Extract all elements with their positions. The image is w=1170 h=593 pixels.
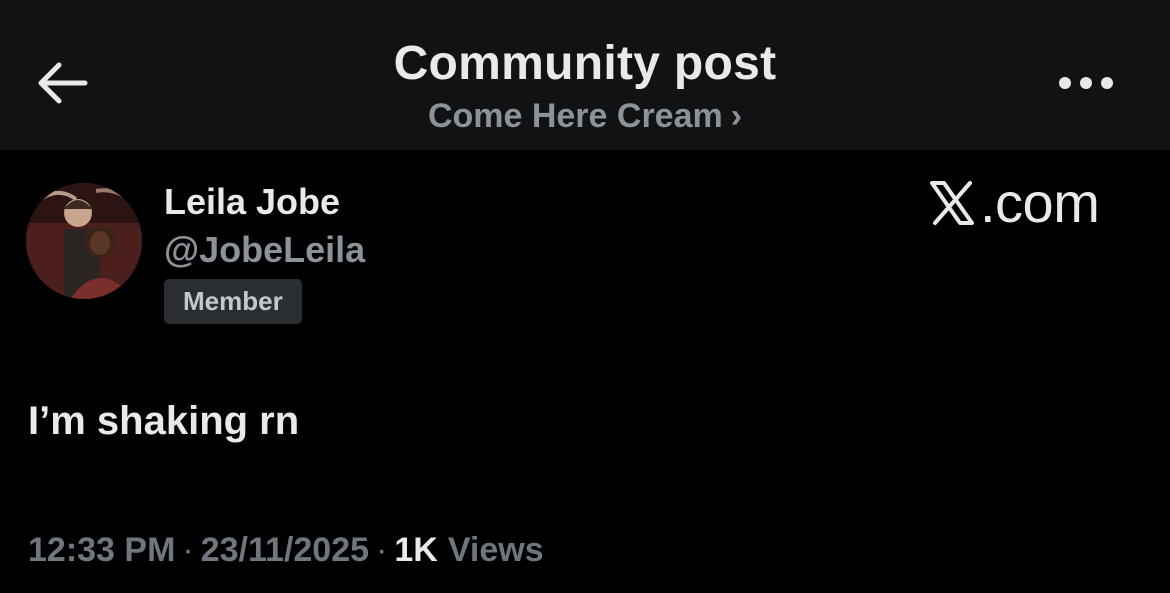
top-bar: Community post Come Here Cream ›	[0, 0, 1170, 150]
x-watermark: .com	[928, 172, 1118, 234]
watermark-text: .com	[980, 171, 1100, 234]
more-dot-icon	[1059, 77, 1071, 89]
post-meta: 12:33 PM · 23/11/2025 · 1K Views	[28, 528, 544, 572]
meta-separator: ·	[182, 531, 194, 569]
member-badge: Member	[164, 279, 302, 324]
author-handle[interactable]: @JobeLeila	[164, 228, 365, 272]
post-text: I’m shaking rn	[28, 399, 300, 443]
views-count[interactable]: 1K	[394, 528, 437, 572]
chevron-right-icon: ›	[730, 97, 743, 135]
post-date[interactable]: 23/11/2025	[201, 528, 369, 572]
meta-separator: ·	[376, 531, 388, 569]
community-name: Come Here Cream	[427, 97, 723, 135]
views-label: Views	[447, 531, 544, 569]
avatar-photo	[26, 183, 142, 299]
header-title-block: Community post Come Here Cream ›	[285, 36, 885, 136]
back-arrow-icon	[38, 62, 88, 104]
author-display-name[interactable]: Leila Jobe	[164, 180, 340, 224]
avatar[interactable]	[26, 183, 142, 299]
back-button[interactable]	[30, 55, 92, 111]
more-options-button[interactable]	[1050, 65, 1122, 101]
more-dot-icon	[1080, 77, 1092, 89]
x-logo-icon	[930, 181, 974, 225]
more-dot-icon	[1101, 77, 1113, 89]
community-link[interactable]: Come Here Cream ›	[428, 96, 742, 136]
post-time[interactable]: 12:33 PM	[28, 528, 175, 572]
page-title: Community post	[393, 37, 777, 90]
